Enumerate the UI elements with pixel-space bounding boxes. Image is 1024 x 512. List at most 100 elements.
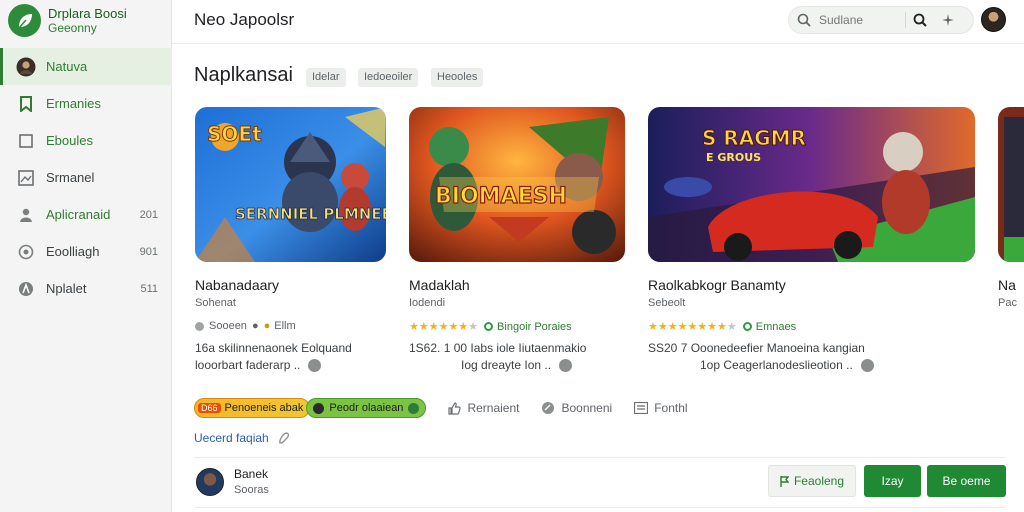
- secondary-button[interactable]: Feaoleng: [768, 465, 856, 497]
- info-dot-icon: ●: [251, 320, 259, 332]
- card-meta: Sooeen ● ● Ellm: [195, 320, 296, 332]
- verified-icon: [742, 322, 752, 331]
- genre-badge: Bingoir Poraies: [497, 320, 572, 333]
- sparkle-icon[interactable]: [934, 6, 962, 34]
- list-icon: [634, 402, 649, 414]
- description-line: Iog dreayte Ion ..: [461, 358, 552, 372]
- game-card-image[interactable]: SOEt SERNNIEL PLMNEE: [195, 107, 386, 262]
- card-title[interactable]: Madaklah: [409, 277, 470, 293]
- game-card-image[interactable]: BIOMAESH: [409, 107, 625, 262]
- rating-stars-empty: ★: [468, 321, 479, 333]
- account-avatar[interactable]: [981, 7, 1006, 32]
- brand[interactable]: Drplara Boosi Geeonny: [8, 4, 127, 37]
- sidebar-item-label: Eoolliagh: [46, 244, 100, 259]
- avatar-icon: [16, 57, 36, 77]
- divider: [194, 507, 1006, 508]
- search-input[interactable]: [819, 13, 905, 27]
- card-subtitle: Pac: [998, 297, 1017, 309]
- divider: [194, 457, 1006, 458]
- search-submit-icon[interactable]: [906, 6, 934, 34]
- top-bar: Neo Japoolsr: [172, 0, 1024, 44]
- square-icon: [16, 131, 36, 151]
- sidebar-item-eoolliagh[interactable]: Eoolliagh 901: [0, 233, 172, 270]
- sidebar-item-srmanel[interactable]: Srmanel: [0, 159, 172, 196]
- user-profile[interactable]: Banek Sooras: [196, 466, 269, 498]
- card-meta: ★★★★★★ ★ Bingoir Poraies: [409, 320, 572, 334]
- person-icon: [16, 205, 36, 225]
- action-row: D66 Penoeneis abak Peodr olaaiean Rernai…: [194, 398, 688, 418]
- description-line: 1op Ceagerlanodeslieotion ..: [700, 358, 853, 372]
- flag-icon: [780, 475, 789, 487]
- description-line: looorbart faderarp ..: [195, 358, 301, 372]
- primary-button[interactable]: Izay: [864, 465, 921, 497]
- card-art-title: SOEt: [207, 122, 262, 146]
- sidebar-item-natuva[interactable]: Natuva: [0, 48, 172, 85]
- bookmark-icon: [16, 94, 36, 114]
- category-pill[interactable]: Peodr olaaiean: [306, 398, 427, 418]
- user-subtitle: Sooras: [234, 484, 269, 496]
- status-dot-icon: [195, 321, 204, 331]
- card-title[interactable]: Na: [998, 277, 1016, 293]
- card-art-title: S RAGMR: [702, 126, 806, 150]
- more-icon[interactable]: [559, 359, 573, 372]
- promo-tag: D66: [198, 403, 221, 413]
- card-subtitle: Sohenat: [195, 297, 236, 309]
- sidebar-item-eboules[interactable]: Eboules: [0, 122, 172, 159]
- comment-button[interactable]: Boonneni: [541, 401, 612, 415]
- app-window: Drplara Boosi Geeonny Natuva Ermanies Eb…: [0, 0, 1024, 512]
- sidebar-item-label: Ermanies: [46, 96, 101, 111]
- card-title[interactable]: Nabanadaary: [195, 277, 279, 293]
- sidebar-item-ermanies[interactable]: Ermanies: [0, 85, 172, 122]
- sidebar-item-count: 511: [140, 282, 158, 295]
- comment-icon: [541, 401, 555, 415]
- edit-icon: [277, 431, 291, 445]
- filter-chip[interactable]: Idelar: [306, 68, 346, 87]
- sidebar-item-label: Natuva: [46, 59, 88, 74]
- action-label: Rernaient: [467, 401, 520, 415]
- figure-icon: [16, 279, 36, 299]
- sidebar-nav: Natuva Ermanies Eboules Srmanel Aplicran…: [0, 48, 172, 307]
- see-more-link[interactable]: Uecerd faqiah: [194, 431, 291, 445]
- meta-label: Sooeen: [209, 320, 247, 332]
- circle-icon: [16, 242, 36, 262]
- card-description: 16a skilinnenaonek Eolquand looorbart fa…: [195, 340, 352, 374]
- brand-title: Drplara Boosi: [48, 5, 127, 21]
- more-icon[interactable]: [860, 359, 874, 372]
- game-card-image[interactable]: [998, 107, 1024, 262]
- search-box[interactable]: [788, 6, 974, 34]
- details-button[interactable]: Fonthl: [634, 401, 688, 415]
- like-button[interactable]: Rernaient: [448, 401, 519, 415]
- card-description: 1S62. 1 00 Iabs iole Iiutaenmakio Iog dr…: [409, 340, 586, 374]
- dot-icon: [313, 402, 325, 414]
- more-icon[interactable]: [308, 359, 322, 372]
- promo-pill[interactable]: D66 Penoeneis abak: [194, 398, 311, 418]
- card-art-subtitle: E GROUS: [706, 151, 761, 164]
- game-card-image[interactable]: S RAGMR E GROUS: [648, 107, 975, 262]
- dot-icon: [408, 402, 420, 414]
- card-art-title: BIOMAESH: [435, 184, 567, 209]
- primary-button-alt[interactable]: Be oeme: [927, 465, 1006, 497]
- sidebar-item-label: Eboules: [46, 133, 93, 148]
- filter-chip[interactable]: Iedoeoiler: [358, 68, 419, 87]
- verified-icon: [484, 322, 494, 331]
- card-description: SS20 7 Ooonedeefier Manoeina kangian 1op…: [648, 340, 874, 374]
- category-label: Peodr olaaiean: [329, 402, 404, 414]
- promo-label: Penoeneis abak: [224, 402, 304, 414]
- image-icon: [16, 168, 36, 188]
- genre-badge: Emnaes: [755, 320, 797, 333]
- leaf-logo-icon: [8, 4, 41, 37]
- rating-stars: ★★★★★★: [409, 321, 469, 333]
- rating-stars: ★★★★★★★★: [648, 321, 727, 333]
- filter-chip[interactable]: Heooles: [431, 68, 484, 87]
- sidebar-item-nplalet[interactable]: Nplalet 511: [0, 270, 172, 307]
- sidebar-item-aplicranaid[interactable]: Aplicranaid 201: [0, 196, 172, 233]
- sidebar: Drplara Boosi Geeonny Natuva Ermanies Eb…: [0, 0, 172, 512]
- sidebar-item-count: 201: [139, 208, 158, 221]
- action-label: Boonneni: [561, 401, 613, 415]
- avatar: [196, 468, 224, 496]
- meta-value: Ellm: [274, 320, 296, 332]
- card-subtitle: Sebeolt: [648, 297, 686, 309]
- brand-subtitle: Geeonny: [48, 20, 97, 35]
- card-title[interactable]: Raolkabkogr Banamty: [648, 277, 786, 293]
- description-line: SS20 7 Ooonedeefier Manoeina kangian: [648, 341, 865, 355]
